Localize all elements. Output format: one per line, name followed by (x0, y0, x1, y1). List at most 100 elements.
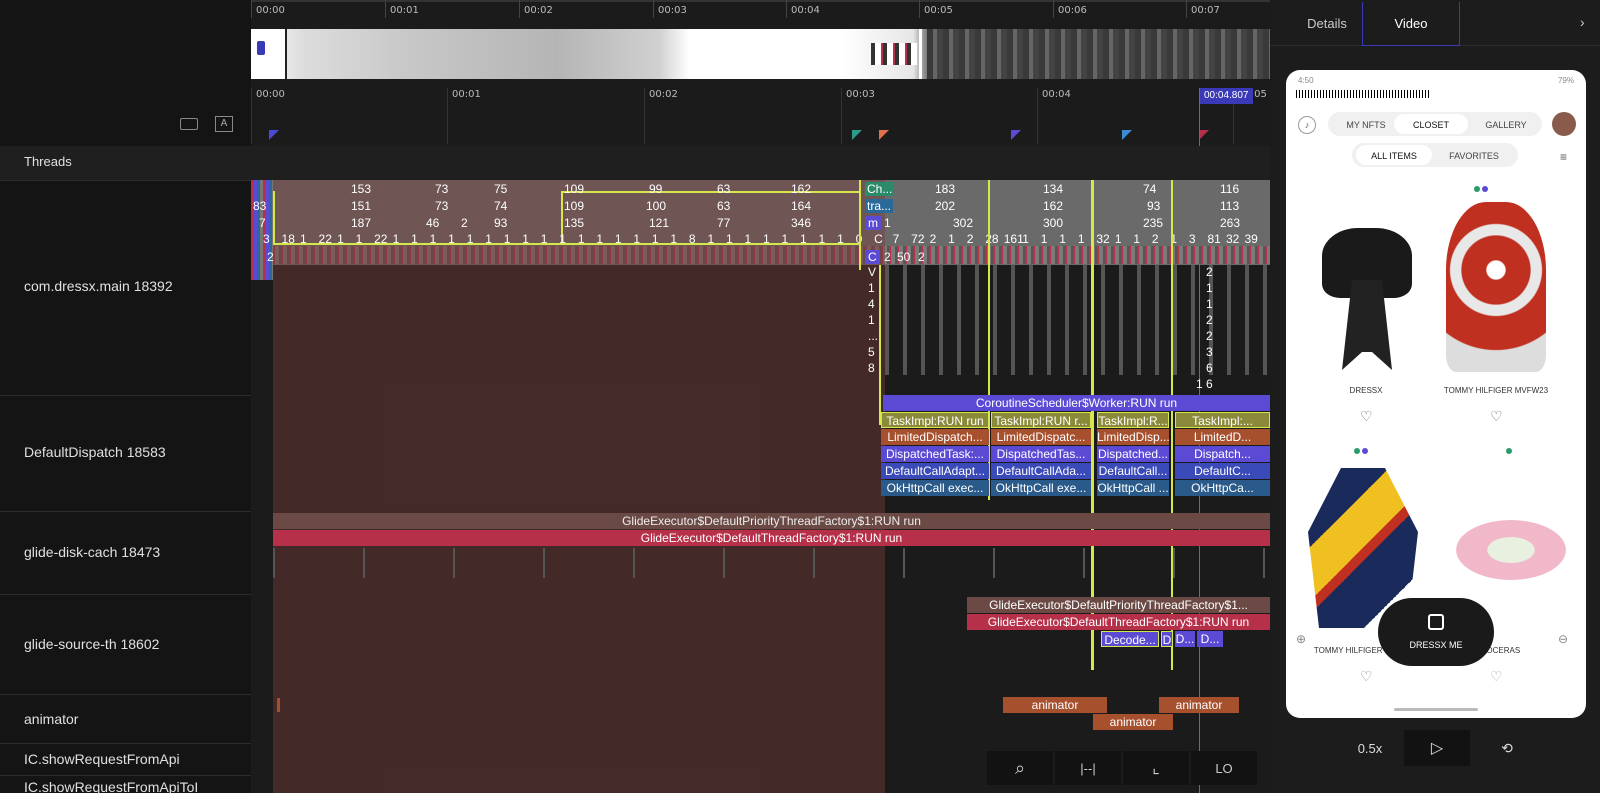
slice-dispatched[interactable]: Dispatched... (1097, 446, 1169, 462)
tab-details[interactable]: Details (1286, 2, 1368, 46)
slice-glide-source-default[interactable]: GlideExecutor$DefaultThreadFactory$1:RUN… (967, 614, 1270, 630)
slice-count: 263 (1220, 216, 1241, 230)
track-label-glide-source[interactable]: glide-source-th 18602 (24, 636, 159, 652)
slice-glide-source-priority[interactable]: GlideExecutor$DefaultPriorityThreadFacto… (967, 597, 1270, 613)
marker-flag-icon[interactable] (1199, 130, 1209, 140)
slice-task[interactable]: TaskImpl:R... (1097, 412, 1169, 428)
slice-limited[interactable]: LimitedDisp... (1097, 429, 1169, 445)
marker-flag-icon[interactable] (1122, 130, 1132, 140)
slice-task[interactable]: TaskImpl:RUN r... (991, 412, 1091, 428)
marker-flag-icon[interactable] (269, 130, 279, 140)
slice-decode-small[interactable]: D... (1175, 631, 1195, 647)
search-tool-button[interactable]: ⌕ (987, 751, 1053, 785)
slice-count: 1 (868, 313, 875, 327)
heart-icon[interactable]: ♡ (1360, 668, 1373, 685)
slice-count: 161 (1003, 232, 1024, 246)
slice-count: 75 (494, 182, 508, 196)
track-label-animator[interactable]: animator (24, 711, 78, 727)
zoom-in-icon[interactable]: ⊕ (1296, 632, 1306, 646)
loop-button[interactable]: ⟲ (1490, 730, 1524, 766)
slice-okhttp[interactable]: OkHttpCall exe... (991, 480, 1091, 496)
crop-tool-button[interactable]: ⌞ (1123, 751, 1189, 785)
slice-limited[interactable]: LimitedDispatc... (991, 429, 1091, 445)
range-tool-button[interactable]: |--| (1055, 751, 1121, 785)
slice-glide-priority[interactable]: GlideExecutor$DefaultPriorityThreadFacto… (273, 513, 1270, 529)
slice-count: 1 (1196, 377, 1203, 391)
slice-task[interactable]: TaskImpl:... (1175, 412, 1270, 428)
slice-glide-default[interactable]: GlideExecutor$DefaultThreadFactory$1:RUN… (273, 530, 1270, 546)
video-frame[interactable]: 4:50 79% ♪ MY NFTS CLOSET GALLERY ALL IT… (1286, 70, 1586, 718)
marker-flag-icon[interactable] (879, 130, 889, 140)
track-label-dispatch[interactable]: DefaultDispatch 18583 (24, 444, 166, 460)
search-icon: ⌕ (1014, 757, 1026, 778)
layout-toggle-icon[interactable] (180, 118, 198, 130)
nav-my-nfts[interactable]: MY NFTS (1336, 120, 1396, 130)
slice-count: 1 (707, 232, 715, 246)
slice-count: 1 (429, 232, 437, 246)
tab-video[interactable]: Video (1362, 2, 1460, 46)
slice-count: 1 (1022, 232, 1029, 246)
slice-dispatched[interactable]: DispatchedTas... (991, 446, 1091, 462)
marker-flag-icon[interactable] (1011, 130, 1021, 140)
playback-speed[interactable]: 0.5x (1350, 730, 1390, 766)
slice-dispatched[interactable]: Dispatch... (1175, 446, 1270, 462)
slice-count: 74 (1143, 182, 1157, 196)
lo-tool-button[interactable]: LO (1191, 751, 1257, 785)
heart-icon[interactable]: ♡ (1360, 408, 1373, 425)
slice-count: 164 (791, 199, 812, 213)
item-image[interactable] (1456, 520, 1566, 580)
avatar[interactable] (1552, 112, 1576, 136)
nav-gallery[interactable]: GALLERY (1476, 120, 1536, 130)
heart-icon[interactable]: ♡ (1490, 408, 1503, 425)
text-toggle-icon[interactable]: A (215, 116, 233, 132)
slice-count: 93 (1147, 199, 1161, 213)
slice-defaultcall[interactable]: DefaultC... (1175, 463, 1270, 479)
slice-limited[interactable]: LimitedDispatch... (881, 429, 989, 445)
track-label-ic-show-2[interactable]: IC.showRequestFromApiToI (24, 779, 198, 793)
slice-animator[interactable]: animator (1003, 697, 1107, 713)
slice-count: 134 (1043, 182, 1064, 196)
slice-limited[interactable]: LimitedD... (1175, 429, 1270, 445)
slice-count: 4 (868, 297, 875, 311)
track-label-main[interactable]: com.dressx.main 18392 (24, 278, 173, 294)
track-label-ic-show[interactable]: IC.showRequestFromApi (24, 751, 180, 767)
filter-favorites[interactable]: FAVORITES (1438, 151, 1510, 161)
slice-coroutine[interactable]: CoroutineScheduler$Worker:RUN run (883, 395, 1270, 411)
slice-defaultcall[interactable]: DefaultCall... (1097, 463, 1169, 479)
slice-animator[interactable]: animator (1159, 697, 1239, 713)
slice-count: 1 (503, 232, 511, 246)
slice-defaultcall[interactable]: DefaultCallAda... (991, 463, 1091, 479)
video-filmstrip[interactable] (251, 29, 1270, 79)
slice-decode-small[interactable]: D (1161, 631, 1173, 647)
chevron-right-icon[interactable]: › (1580, 14, 1585, 30)
slice-animator[interactable]: animator (1093, 714, 1173, 730)
filter-icon[interactable]: ≡ (1560, 150, 1567, 164)
slice-count: 1 (392, 232, 400, 246)
play-button[interactable]: ▷ (1404, 730, 1470, 766)
slice-okhttp[interactable]: OkHttpCall exec... (881, 480, 989, 496)
slice-decode[interactable]: Decode... (1101, 631, 1159, 647)
slice-count: 1 (448, 232, 455, 246)
slice-count: ... (868, 329, 879, 343)
slice-count: 1 (300, 232, 307, 246)
slice-count: 300 (1043, 216, 1064, 230)
slice-defaultcall[interactable]: DefaultCallAdapt... (881, 463, 989, 479)
slice-task[interactable]: TaskImpl:RUN run (881, 412, 989, 428)
slice-dispatched[interactable]: DispatchedTask:... (881, 446, 989, 462)
nav-closet[interactable]: CLOSET (1401, 120, 1461, 130)
timeline-area[interactable]: 00:00 00:01 00:02 00:03 00:04 00:05 00:0… (251, 0, 1270, 793)
filter-all-items[interactable]: ALL ITEMS (1360, 151, 1428, 161)
track-label-glide-disk[interactable]: glide-disk-cach 18473 (24, 544, 160, 560)
zoom-out-icon[interactable]: ⊖ (1558, 632, 1568, 646)
marker-flag-icon[interactable] (852, 130, 862, 140)
slice-count: 1 (1133, 232, 1141, 246)
heart-icon[interactable]: ♡ (1490, 668, 1503, 685)
dressx-me-button[interactable]: DRESSX ME (1378, 598, 1494, 666)
selected-region[interactable] (273, 180, 885, 793)
slice-okhttp[interactable]: OkHttpCa... (1175, 480, 1270, 496)
bell-icon[interactable]: ♪ (1298, 116, 1316, 134)
overview-tick: 00:02 (519, 0, 553, 18)
item-image[interactable] (1446, 202, 1546, 372)
slice-decode-small[interactable]: D... (1197, 631, 1223, 647)
slice-okhttp[interactable]: OkHttpCall ... (1097, 480, 1169, 496)
